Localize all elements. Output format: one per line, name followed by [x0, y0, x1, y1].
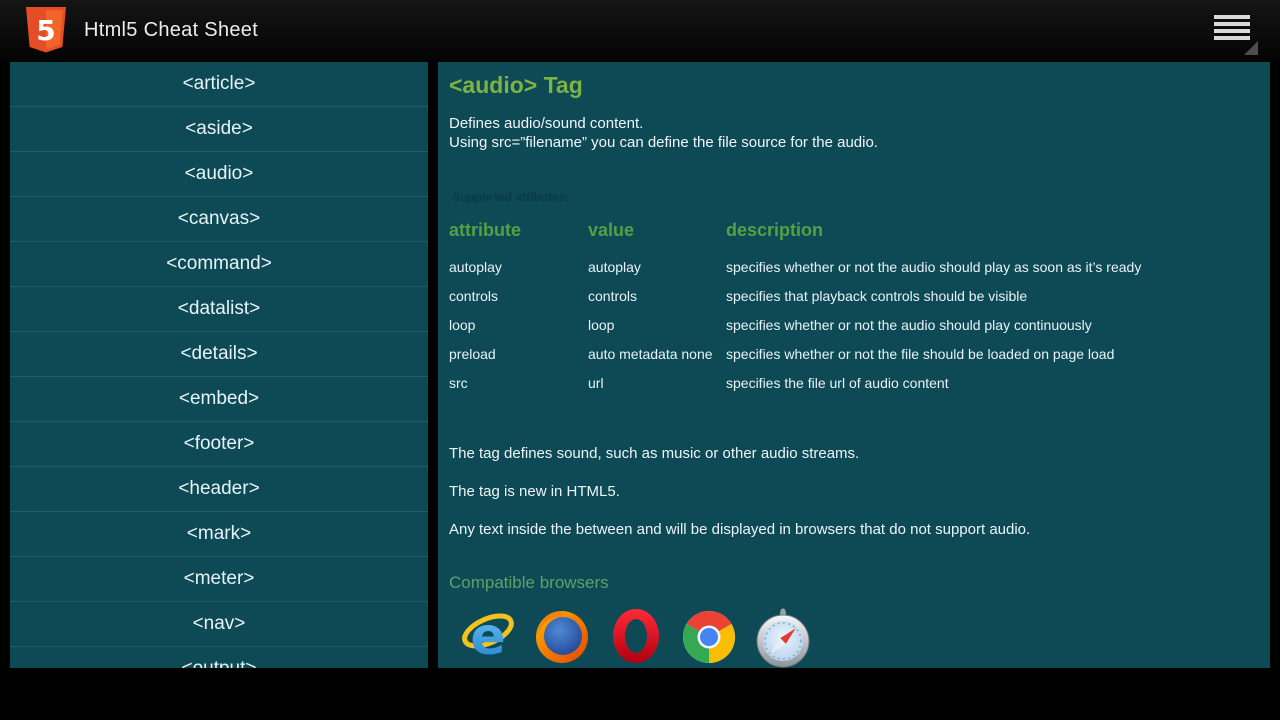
compatible-browsers-label: Compatible browsers [449, 573, 609, 593]
tag-list-item[interactable]: <aside> [10, 107, 428, 152]
attribute-cell: src [449, 375, 588, 391]
safari-icon [754, 607, 812, 668]
attribute-cell: specifies that playback controls should … [726, 288, 1261, 304]
attribute-cell: loop [588, 317, 726, 333]
page-title: <audio> Tag [449, 72, 583, 99]
attribute-cell: specifies the file url of audio content [726, 375, 1261, 391]
tag-list-item[interactable]: <canvas> [10, 197, 428, 242]
menu-icon[interactable] [1214, 15, 1256, 47]
attribute-cell: controls [588, 288, 726, 304]
tag-list-item[interactable]: <nav> [10, 602, 428, 647]
tag-list-item[interactable]: <article> [10, 62, 428, 107]
html5-logo-icon: 5 [24, 6, 68, 54]
tag-list-item[interactable]: <embed> [10, 377, 428, 422]
svg-text:e: e [470, 607, 505, 665]
tag-list-item[interactable]: <details> [10, 332, 428, 377]
attribute-cell: specifies whether or not the audio shoul… [726, 259, 1261, 275]
column-header-value: value [588, 220, 726, 241]
app-title: Html5 Cheat Sheet [84, 0, 258, 60]
description-paragraph: Any text inside the between and will be … [449, 520, 1030, 539]
app-top-bar: 5 Html5 Cheat Sheet [0, 0, 1280, 60]
svg-text:5: 5 [36, 14, 55, 47]
menu-bar [1214, 29, 1250, 33]
intro-line: Using src=”filename” you can define the … [449, 133, 878, 152]
intro-line: Defines audio/sound content. [449, 114, 878, 133]
tag-list: <article><aside><audio><canvas><command>… [10, 62, 428, 668]
tag-list-item[interactable]: <header> [10, 467, 428, 512]
menu-bar [1214, 36, 1250, 40]
attribute-cell: loop [449, 317, 588, 333]
column-header-attribute: attribute [449, 220, 588, 241]
content-panel: <audio> Tag Defines audio/sound content.… [438, 62, 1270, 668]
attribute-cell: preload [449, 346, 588, 362]
tag-list-item[interactable]: <command> [10, 242, 428, 287]
menu-bar [1214, 15, 1250, 19]
description-paragraph: The tag is new in HTML5. [449, 482, 1030, 501]
attribute-cell: auto metadata none [588, 346, 726, 362]
system-navigation-bar: 5:24 3G [0, 672, 1280, 720]
attribute-cell: specifies whether or not the audio shoul… [726, 317, 1261, 333]
tag-list-item[interactable]: <datalist> [10, 287, 428, 332]
supported-attributes-label: Supported attibutes: [452, 190, 569, 204]
chrome-icon [681, 607, 737, 667]
menu-bar [1214, 22, 1250, 26]
internet-explorer-icon: e [460, 607, 516, 665]
attribute-row: srcurlspecifies the file url of audio co… [449, 368, 1261, 397]
attribute-row: autoplayautoplayspecifies whether or not… [449, 252, 1261, 281]
tag-list-item[interactable]: <output> [10, 647, 428, 668]
tag-list-item[interactable]: <audio> [10, 152, 428, 197]
attribute-cell: controls [449, 288, 588, 304]
attribute-row: controlscontrolsspecifies that playback … [449, 281, 1261, 310]
firefox-icon [533, 607, 591, 665]
intro-text: Defines audio/sound content. Using src=”… [449, 114, 878, 152]
attributes-table-header: attribute value description [449, 214, 1261, 246]
browser-icons-row: e [460, 607, 812, 668]
attribute-cell: url [588, 375, 726, 391]
resize-corner-icon [1244, 41, 1258, 55]
tag-list-item[interactable]: <meter> [10, 557, 428, 602]
column-header-description: description [726, 220, 1261, 241]
attribute-cell: autoplay [449, 259, 588, 275]
attributes-table: attribute value description autoplayauto… [449, 214, 1261, 397]
description-paragraphs: The tag defines sound, such as music or … [449, 444, 1030, 558]
description-paragraph: The tag defines sound, such as music or … [449, 444, 1030, 463]
screen: 5 Html5 Cheat Sheet <article><aside><aud… [0, 0, 1280, 720]
opera-icon [608, 607, 664, 665]
tag-list-item[interactable]: <footer> [10, 422, 428, 467]
attributes-table-body: autoplayautoplayspecifies whether or not… [449, 252, 1261, 397]
attribute-cell: autoplay [588, 259, 726, 275]
tag-list-item[interactable]: <mark> [10, 512, 428, 557]
attribute-row: preloadauto metadata nonespecifies wheth… [449, 339, 1261, 368]
attribute-cell: specifies whether or not the file should… [726, 346, 1261, 362]
attribute-row: looploopspecifies whether or not the aud… [449, 310, 1261, 339]
